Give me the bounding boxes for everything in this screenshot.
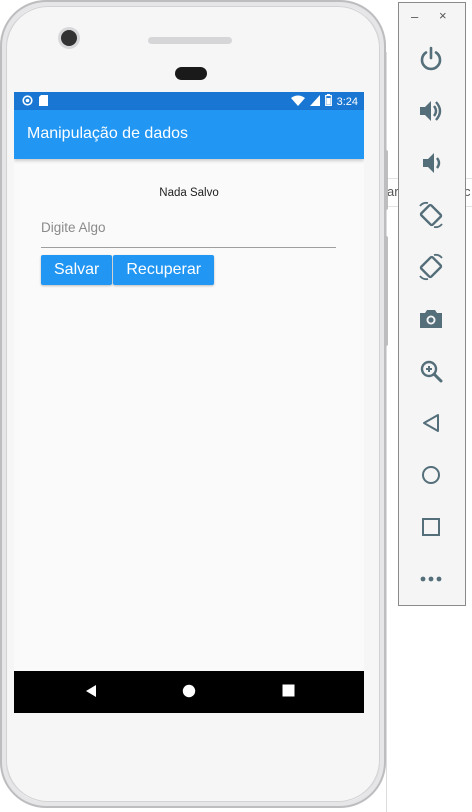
nav-home-icon[interactable] [182,684,196,703]
saved-status-text: Nada Salvo [159,187,219,199]
android-nav-bar [14,671,364,713]
volume-up-icon[interactable] [417,97,445,125]
rotate-left-icon[interactable] [417,201,445,229]
notification-dot-icon [22,95,33,109]
screenshot-camera-icon[interactable] [417,305,445,333]
power-icon[interactable] [417,45,445,73]
sd-card-icon [39,95,48,109]
main-content: Nada Salvo Salvar Recuperar [14,159,364,671]
signal-icon [309,94,320,109]
rotate-right-icon[interactable] [417,253,445,281]
volume-down-icon[interactable] [417,149,445,177]
overview-square-icon[interactable] [417,513,445,541]
minimize-button[interactable]: – [411,9,418,24]
nav-recents-icon[interactable] [282,684,295,702]
volume-side-button [384,236,388,346]
toolbar-window-controls: – × [399,8,465,25]
home-circle-icon[interactable] [417,461,445,489]
status-bar: 3:24 [14,92,364,110]
top-speaker [148,37,232,44]
app-title: Manipulação de dados [27,125,189,142]
recover-button[interactable]: Recuperar [113,255,215,285]
background-text: ar [387,184,399,199]
front-camera [61,30,77,46]
app-bar: Manipulação de dados [14,110,364,159]
power-side-button [384,150,388,210]
nav-back-icon[interactable] [84,684,98,703]
earpiece [175,67,207,80]
button-row: Salvar Recuperar [41,255,215,285]
wifi-icon [290,95,305,109]
save-button[interactable]: Salvar [41,255,113,285]
battery-icon [324,94,332,109]
status-time: 3:24 [336,95,358,108]
close-button[interactable]: × [439,8,447,23]
back-triangle-icon[interactable] [417,409,445,437]
emulator-toolbar: – × [398,2,466,606]
zoom-in-icon[interactable] [417,357,445,385]
phone-frame: 3:24 Manipulação de dados Nada Salvo Sal… [0,0,388,808]
more-options-icon[interactable] [417,565,445,593]
input-text-field[interactable] [41,207,336,248]
device-screen: 3:24 Manipulação de dados Nada Salvo Sal… [14,92,364,713]
